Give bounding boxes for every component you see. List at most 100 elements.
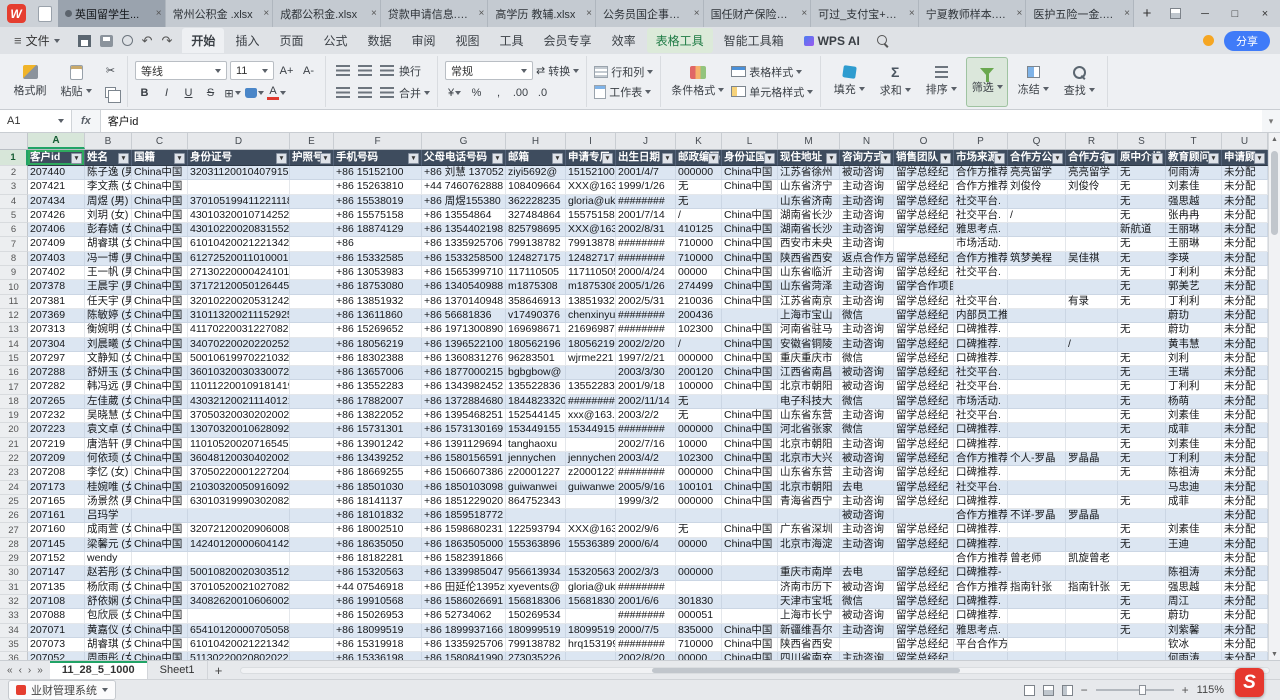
cell[interactable]	[566, 652, 616, 660]
copy-button[interactable]	[101, 84, 120, 102]
cell[interactable]: 安徽省铜陵	[778, 338, 840, 352]
row-header[interactable]: 28	[0, 538, 28, 552]
cell[interactable]	[566, 495, 616, 509]
cell[interactable]: 山东省济南	[778, 195, 840, 209]
cell[interactable]: 社交平台.	[954, 195, 1008, 209]
cell[interactable]: 留学总经纪	[894, 180, 954, 194]
cell[interactable]: jennychen	[566, 452, 616, 466]
filter-dropdown-icon[interactable]: ▼	[764, 153, 775, 164]
cell[interactable]: 未分配	[1222, 309, 1268, 323]
cell[interactable]: 未分配	[1222, 624, 1268, 638]
cell[interactable]: 刘晨曦 (女	[85, 338, 132, 352]
cell[interactable]: 周江	[1166, 595, 1222, 609]
cell[interactable]: +44 7460762888	[422, 180, 506, 194]
cell[interactable]: China中国	[132, 295, 188, 309]
cell[interactable]: 207297	[28, 352, 85, 366]
cell[interactable]	[1066, 209, 1118, 223]
cell[interactable]: 微信	[840, 352, 894, 366]
cell[interactable]: 207135	[28, 581, 85, 595]
prev-sheet-button[interactable]: ‹	[19, 665, 22, 676]
cell[interactable]: 指南针张	[1008, 581, 1066, 595]
cell[interactable]: 155363896	[506, 538, 566, 552]
cell[interactable]	[1066, 495, 1118, 509]
cell[interactable]: 亮亮留学	[1066, 166, 1118, 180]
cell[interactable]: 合作方推荐	[954, 581, 1008, 595]
cell[interactable]: 207313	[28, 323, 85, 337]
cell[interactable]: 王瑞	[1166, 366, 1222, 380]
align-left-button[interactable]	[333, 84, 352, 102]
cell[interactable]: 任天宇 (男	[85, 295, 132, 309]
zoom-slider[interactable]	[1096, 689, 1174, 691]
menu-tab[interactable]: 审阅	[403, 28, 445, 53]
cell[interactable]	[1008, 223, 1066, 237]
cell[interactable]: 主动咨询	[840, 295, 894, 309]
row-header[interactable]: 4	[0, 195, 28, 209]
underline-button[interactable]: U	[179, 84, 198, 102]
filter-dropdown-icon[interactable]: ▼	[118, 153, 129, 164]
header-cell[interactable]: 销售团队▼	[894, 150, 954, 166]
cell[interactable]: gloria@uk	[566, 195, 616, 209]
cell[interactable]: XXX@163.	[566, 223, 616, 237]
cell[interactable]	[1008, 352, 1066, 366]
cell[interactable]: 271302200004241013	[188, 266, 290, 280]
cell[interactable]: 杨欣雨 (女	[85, 581, 132, 595]
cell[interactable]: 周雨彤 (女	[85, 652, 132, 660]
cell[interactable]	[1118, 481, 1166, 495]
cell[interactable]: 山东省东营	[778, 409, 840, 423]
cell[interactable]	[290, 538, 334, 552]
cell[interactable]: wendy	[85, 552, 132, 566]
cell[interactable]: 未分配	[1222, 509, 1268, 523]
document-tab[interactable]: 公务员国企事业单...×	[596, 0, 704, 27]
cell[interactable]	[840, 552, 894, 566]
cell[interactable]: 362228235	[506, 195, 566, 209]
cell[interactable]: 何雨涛	[1166, 166, 1222, 180]
cell[interactable]: 180995191	[566, 624, 616, 638]
cell[interactable]	[1008, 280, 1066, 294]
menu-tab[interactable]: 开始	[182, 28, 224, 53]
cell[interactable]: 被动咨询	[840, 609, 894, 623]
filter-button[interactable]: 筛选	[966, 57, 1008, 107]
cell[interactable]: 未分配	[1222, 395, 1268, 409]
cell[interactable]	[1008, 395, 1066, 409]
cell[interactable]: China中国	[132, 452, 188, 466]
align-middle-button[interactable]	[355, 62, 374, 80]
cell[interactable]: 蔚玏	[1166, 323, 1222, 337]
cell[interactable]: China中国	[132, 252, 188, 266]
column-header[interactable]: M	[778, 133, 840, 149]
cell[interactable]: 重庆重庆市	[778, 352, 840, 366]
cell[interactable]: 无	[1118, 581, 1166, 595]
cell[interactable]	[1066, 309, 1118, 323]
cell[interactable]	[1066, 466, 1118, 480]
header-cell[interactable]: 申请顾▼	[1222, 150, 1268, 166]
cell[interactable]: 207406	[28, 223, 85, 237]
cell[interactable]: 济南市历下	[778, 581, 840, 595]
cell[interactable]: 156818306	[506, 595, 566, 609]
cell[interactable]: /	[1066, 338, 1118, 352]
cell[interactable]: /	[676, 338, 722, 352]
cell[interactable]: 2000/7/5	[616, 624, 676, 638]
cell[interactable]: 冯一博 (男	[85, 252, 132, 266]
cell[interactable]: +86 1340540988	[422, 280, 506, 294]
cell[interactable]: China中国	[132, 409, 188, 423]
cell[interactable]	[1118, 566, 1166, 580]
header-cell[interactable]: 合作方公▼	[1008, 150, 1066, 166]
cell[interactable]	[1008, 638, 1066, 652]
cell[interactable]: China中国	[722, 338, 778, 352]
cell[interactable]: 2002/8/20	[616, 652, 676, 660]
header-cell[interactable]: 申请专用▼	[566, 150, 616, 166]
cell[interactable]: 710000	[676, 252, 722, 266]
cell[interactable]: 无	[676, 195, 722, 209]
cell[interactable]: 无	[1118, 295, 1166, 309]
column-header[interactable]: H	[506, 133, 566, 149]
cell[interactable]: +86 1580156591	[422, 452, 506, 466]
cell[interactable]	[1008, 566, 1066, 580]
cell-style-button[interactable]: 单元格样式	[731, 84, 813, 100]
header-cell[interactable]: 现住地址▼	[778, 150, 840, 166]
normal-view-icon[interactable]	[1024, 685, 1035, 696]
cell[interactable]: 被动咨询	[840, 380, 894, 394]
document-tab[interactable]: 常州公积金 .xlsx×	[166, 0, 274, 27]
cell[interactable]: 无	[1118, 523, 1166, 537]
cell[interactable]: 135522838	[566, 380, 616, 394]
cell[interactable]: 无	[1118, 438, 1166, 452]
header-cell[interactable]: 手机号码▼	[334, 150, 422, 166]
